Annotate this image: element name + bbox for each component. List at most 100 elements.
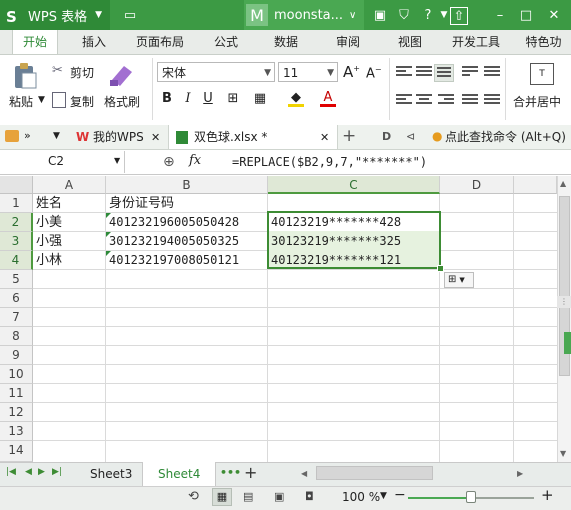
align-bottom-icon[interactable] (434, 64, 454, 82)
zoom-level[interactable]: 100 % (342, 490, 380, 504)
row-header[interactable]: 3 (0, 232, 33, 251)
row-header[interactable]: 9 (0, 346, 33, 365)
row-header[interactable]: 8 (0, 327, 33, 346)
save-icon[interactable]: ▭ (120, 5, 140, 25)
column-header-e[interactable] (514, 176, 557, 194)
cell-b1[interactable]: 身份证号码 (106, 194, 267, 213)
first-sheet-icon[interactable]: |◀ (6, 467, 16, 477)
chevron-down-icon[interactable]: ▼ (38, 95, 45, 105)
paste-icon[interactable] (12, 62, 38, 90)
borders-icon[interactable]: ⊞ (225, 91, 241, 107)
row-header[interactable]: 7 (0, 308, 33, 327)
tab-special[interactable]: 特色功 (516, 30, 571, 54)
folder-icon[interactable] (5, 130, 19, 142)
tab-insert[interactable]: 插入 (72, 30, 116, 54)
add-tab-icon[interactable]: + (342, 126, 356, 146)
row-header[interactable]: 4 (0, 251, 33, 270)
increase-font-icon[interactable]: A+ (343, 63, 360, 81)
row-header[interactable]: 14 (0, 441, 33, 462)
row-header[interactable]: 12 (0, 403, 33, 422)
align-middle-icon[interactable] (416, 66, 432, 80)
sheet-tab-sheet4[interactable]: Sheet4 (158, 467, 200, 481)
shirt-icon[interactable]: ⛉ (394, 5, 414, 25)
double-chevron-right-icon[interactable]: » (24, 129, 31, 142)
minimize-icon[interactable]: – (490, 5, 510, 25)
font-size-select[interactable]: 11 ▼ (278, 62, 338, 82)
zoom-formula-icon[interactable]: ⊕ (163, 154, 175, 170)
scroll-right-icon[interactable]: ▶ (517, 469, 523, 478)
horizontal-scrollbar-thumb[interactable] (316, 466, 433, 480)
command-search[interactable]: 点此查找命令 (Alt+Q) (445, 127, 566, 147)
font-color-icon[interactable]: A (320, 91, 336, 107)
scroll-down-icon[interactable]: ▼ (560, 449, 566, 458)
cell-b4[interactable]: 401232197008050121 (106, 251, 267, 270)
next-sheet-icon[interactable]: ▶ (38, 467, 45, 477)
cell-a3[interactable]: 小强 (33, 232, 105, 251)
auto-fill-options-button[interactable]: ⊞ ▼ (444, 272, 474, 288)
align-top-icon[interactable] (396, 66, 412, 80)
cell-c3[interactable]: 30123219*******325 (268, 232, 439, 251)
maximize-icon[interactable]: □ (516, 5, 536, 25)
row-header[interactable]: 6 (0, 289, 33, 308)
tab-data[interactable]: 数据 (264, 30, 308, 54)
row-header[interactable]: 11 (0, 384, 33, 403)
row-header[interactable]: 1 (0, 194, 33, 213)
format-painter-button[interactable]: 格式刷 (104, 93, 140, 110)
row-header[interactable]: 5 (0, 270, 33, 289)
paste-button[interactable]: 粘贴 (9, 93, 33, 110)
justify-icon[interactable] (462, 94, 478, 108)
row-header[interactable]: 10 (0, 365, 33, 384)
cell-a1[interactable]: 姓名 (33, 194, 105, 213)
zoom-in-icon[interactable]: + (541, 486, 554, 504)
insert-function-icon[interactable]: fx (189, 153, 201, 168)
select-all-corner[interactable] (0, 176, 33, 194)
cut-button[interactable]: 剪切 (70, 64, 94, 81)
underline-icon[interactable]: U (200, 91, 216, 107)
column-header-b[interactable]: B (106, 176, 268, 194)
pin-icon[interactable]: ⊲ (406, 130, 415, 143)
page-break-view-icon[interactable]: ▤ (243, 490, 253, 503)
column-header-d[interactable]: D (440, 176, 514, 194)
formula-input[interactable]: =REPLACE($B2,9,7,"*******") (232, 150, 427, 174)
chevron-down-icon[interactable]: ▼ (53, 131, 60, 141)
last-sheet-icon[interactable]: ▶| (52, 467, 62, 477)
tab-page-layout[interactable]: 页面布局 (130, 30, 190, 54)
close-icon[interactable]: ✕ (320, 131, 329, 144)
decrease-font-icon[interactable]: A− (366, 65, 382, 81)
tab-formulas[interactable]: 公式 (204, 30, 248, 54)
cell-c4[interactable]: 40123219*******121 (268, 251, 439, 270)
tab-review[interactable]: 审阅 (326, 30, 370, 54)
fill-color-icon[interactable]: ◆ (288, 91, 304, 107)
merge-center-button[interactable]: 合并居中 (513, 93, 561, 110)
bold-icon[interactable]: B (159, 91, 175, 107)
tab-home[interactable]: 开始 (12, 30, 58, 54)
tab-view[interactable]: 视图 (388, 30, 432, 54)
row-header[interactable]: 13 (0, 422, 33, 441)
font-name-select[interactable]: 宋体 ▼ (157, 62, 275, 82)
app-menu-button[interactable]: S WPS 表格 ▼ (0, 0, 110, 30)
copy-button[interactable]: 复制 (70, 93, 94, 110)
fill-pattern-icon[interactable]: ▦ (252, 91, 268, 107)
tab-my-wps[interactable]: 我的WPS (93, 127, 144, 147)
cell-a2[interactable]: 小美 (33, 213, 105, 232)
name-box[interactable]: C2 ▼ (0, 151, 125, 173)
align-right-icon[interactable] (438, 94, 454, 108)
reading-mode-icon[interactable]: ◘ (305, 490, 314, 503)
tab-developer[interactable]: 开发工具 (446, 30, 506, 54)
align-center-icon[interactable] (416, 94, 432, 108)
cell-a4[interactable]: 小林 (33, 251, 105, 270)
distribute-icon[interactable] (484, 94, 500, 108)
column-header-c[interactable]: C (268, 176, 440, 194)
column-header-a[interactable]: A (33, 176, 106, 194)
scroll-up-icon[interactable]: ▲ (560, 179, 566, 188)
italic-icon[interactable]: I (180, 91, 196, 107)
wrap-text-icon[interactable] (462, 66, 478, 80)
align-left-icon[interactable] (396, 94, 412, 108)
chevron-down-icon[interactable]: ▼ (380, 491, 387, 501)
close-icon[interactable]: ✕ (151, 131, 160, 144)
more-sheets-icon[interactable]: ••• (220, 466, 241, 479)
page-layout-view-icon[interactable]: ▣ (274, 490, 284, 503)
sheet-tab-sheet3[interactable]: Sheet3 (90, 467, 132, 481)
cell-b2[interactable]: 401232196005050428 (106, 213, 267, 232)
restore-layout-icon[interactable]: ⇧ (450, 7, 468, 25)
